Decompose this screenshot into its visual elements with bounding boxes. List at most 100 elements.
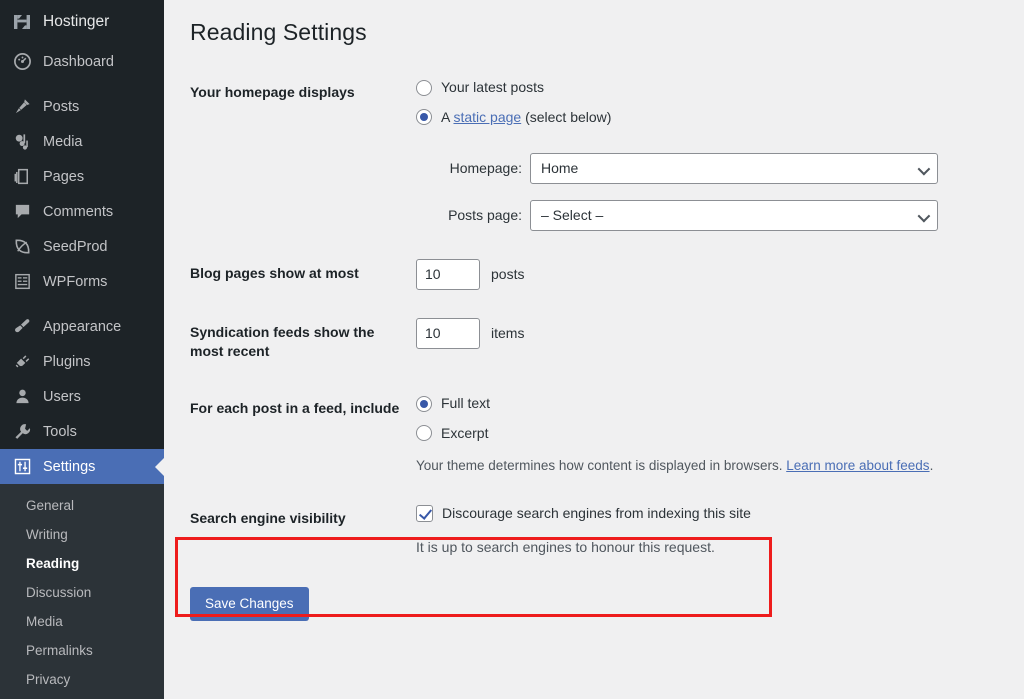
sidebar-item-plugins[interactable]: Plugins (0, 344, 164, 379)
sidebar-item-label: Appearance (43, 318, 122, 335)
active-menu-arrow (155, 457, 164, 476)
sidebar-item-seedprod[interactable]: SeedProd (0, 229, 164, 264)
static-page-link[interactable]: static page (453, 109, 521, 125)
save-changes-button[interactable]: Save Changes (190, 587, 309, 622)
feed-include-options: Full text Excerpt Your theme determines … (416, 380, 1004, 490)
homepage-select[interactable]: Home (530, 153, 938, 185)
pages-icon (11, 166, 33, 188)
settings-sliders-icon (11, 456, 33, 478)
sidebar-item-label: Plugins (43, 353, 91, 370)
syndication-input[interactable]: 10 (416, 318, 480, 350)
user-icon (11, 386, 33, 408)
paintbrush-icon (11, 316, 33, 338)
blog-pages-unit: posts (491, 265, 525, 282)
sidebar-item-comments[interactable]: Comments (0, 194, 164, 229)
sidebar-item-hostinger[interactable]: Hostinger (0, 0, 164, 44)
sidebar-separator (0, 299, 164, 309)
submenu-item-privacy[interactable]: Privacy (0, 665, 164, 694)
wpforms-icon (11, 271, 33, 293)
search-visibility-field: Discourage search engines from indexing … (416, 490, 1004, 571)
submenu-item-general[interactable]: General (0, 491, 164, 520)
homepage-displays-label: Your homepage displays (190, 84, 355, 100)
posts-page-select-label: Posts page: (448, 206, 522, 223)
page-title: Reading Settings (190, 19, 367, 45)
discourage-search-engines-row[interactable]: Discourage search engines from indexing … (416, 504, 994, 524)
sidebar-item-tools[interactable]: Tools (0, 414, 164, 449)
static-suffix-text: (select below) (521, 108, 612, 125)
feed-description: Your theme determines how content is dis… (416, 457, 994, 476)
wrench-icon (11, 421, 33, 443)
chevron-down-icon (917, 209, 931, 223)
radio-excerpt-label: Excerpt (441, 424, 489, 441)
homepage-select-label: Homepage: (449, 159, 522, 176)
sidebar-item-label: Pages (43, 168, 85, 185)
sidebar-item-label: Comments (43, 203, 114, 220)
homepage-select-row: Homepage: Home (416, 153, 994, 185)
posts-page-select-row: Posts page: – Select – (416, 200, 994, 232)
sidebar-item-users[interactable]: Users (0, 379, 164, 414)
hostinger-logo-icon (11, 11, 33, 33)
save-button-wrap: Save Changes (188, 571, 1004, 622)
homepage-select-value: Home (541, 159, 579, 176)
radio-excerpt[interactable]: Excerpt (416, 424, 994, 444)
radio-static-page[interactable]: A static page (select below) (416, 108, 994, 128)
blog-pages-row: Blog pages show at most 10 posts (188, 245, 1004, 304)
sidebar-item-label: Media (43, 133, 83, 150)
syndication-unit: items (491, 324, 525, 341)
blog-pages-input[interactable]: 10 (416, 259, 480, 291)
syndication-field: 10 items (416, 304, 1004, 380)
syndication-row: Syndication feeds show the most recent 1… (188, 304, 1004, 380)
homepage-displays-options: Your latest posts A static page (select … (416, 64, 1004, 245)
radio-excerpt-input[interactable] (416, 425, 432, 442)
sidebar-item-label: Dashboard (43, 53, 114, 70)
wordpress-admin-screen: Hostinger Dashboard Posts Media Pages Co… (0, 0, 1024, 699)
radio-static-page-input[interactable] (416, 109, 432, 126)
plug-icon (11, 351, 33, 373)
radio-full-text-label: Full text (441, 394, 491, 411)
blog-pages-field: 10 posts (416, 245, 1004, 304)
sidebar-item-label: Posts (43, 98, 80, 115)
radio-full-text-input[interactable] (416, 395, 432, 412)
sidebar-item-dashboard[interactable]: Dashboard (0, 44, 164, 79)
sidebar-item-label: Users (43, 388, 81, 405)
feed-include-label: For each post in a feed, include (190, 399, 400, 416)
search-visibility-label: Search engine visibility (190, 510, 346, 527)
submenu-item-reading[interactable]: Reading (0, 549, 164, 578)
settings-submenu: General Writing Reading Discussion Media… (0, 484, 164, 699)
sidebar-item-label: WPForms (43, 273, 108, 290)
submenu-item-discussion[interactable]: Discussion (0, 578, 164, 607)
discourage-search-engines-checkbox[interactable] (416, 505, 433, 523)
discourage-search-engines-label: Discourage search engines from indexing … (442, 505, 751, 522)
radio-full-text[interactable]: Full text (416, 394, 994, 414)
seedprod-icon (11, 236, 33, 258)
dashboard-icon (11, 51, 33, 73)
sidebar-item-label: Hostinger (43, 13, 110, 30)
posts-page-select[interactable]: – Select – (530, 200, 938, 232)
learn-more-about-feeds-link[interactable]: Learn more about feeds (786, 458, 929, 473)
syndication-label: Syndication feeds show the most recent (190, 324, 375, 360)
submenu-item-permalinks[interactable]: Permalinks (0, 636, 164, 665)
blog-pages-label: Blog pages show at most (190, 265, 359, 282)
radio-latest-posts-label: Your latest posts (441, 79, 544, 95)
radio-latest-posts[interactable]: Your latest posts (416, 78, 994, 98)
sidebar-item-posts[interactable]: Posts (0, 89, 164, 124)
radio-latest-posts-input[interactable] (416, 79, 432, 96)
submenu-item-media[interactable]: Media (0, 607, 164, 636)
feed-include-row: For each post in a feed, include Full te… (188, 380, 1004, 490)
sidebar-item-appearance[interactable]: Appearance (0, 309, 164, 344)
sidebar-item-settings[interactable]: Settings (0, 449, 164, 484)
homepage-displays-row: Your homepage displays Your latest posts… (188, 64, 1004, 245)
sidebar-item-media[interactable]: Media (0, 124, 164, 159)
comments-icon (11, 201, 33, 223)
static-prefix-text: A (441, 108, 454, 125)
chevron-down-icon (917, 162, 931, 176)
posts-page-select-value: – Select – (541, 206, 604, 223)
sidebar-item-wpforms[interactable]: WPForms (0, 264, 164, 299)
main-content: Reading Settings Your homepage displays … (164, 0, 1024, 699)
submenu-item-writing[interactable]: Writing (0, 520, 164, 549)
search-visibility-hint: It is up to search engines to honour thi… (416, 538, 715, 555)
feed-description-suffix: . (929, 458, 934, 474)
pin-icon (11, 96, 33, 118)
sidebar-item-pages[interactable]: Pages (0, 159, 164, 194)
reading-settings-form: Your homepage displays Your latest posts… (188, 64, 1004, 571)
